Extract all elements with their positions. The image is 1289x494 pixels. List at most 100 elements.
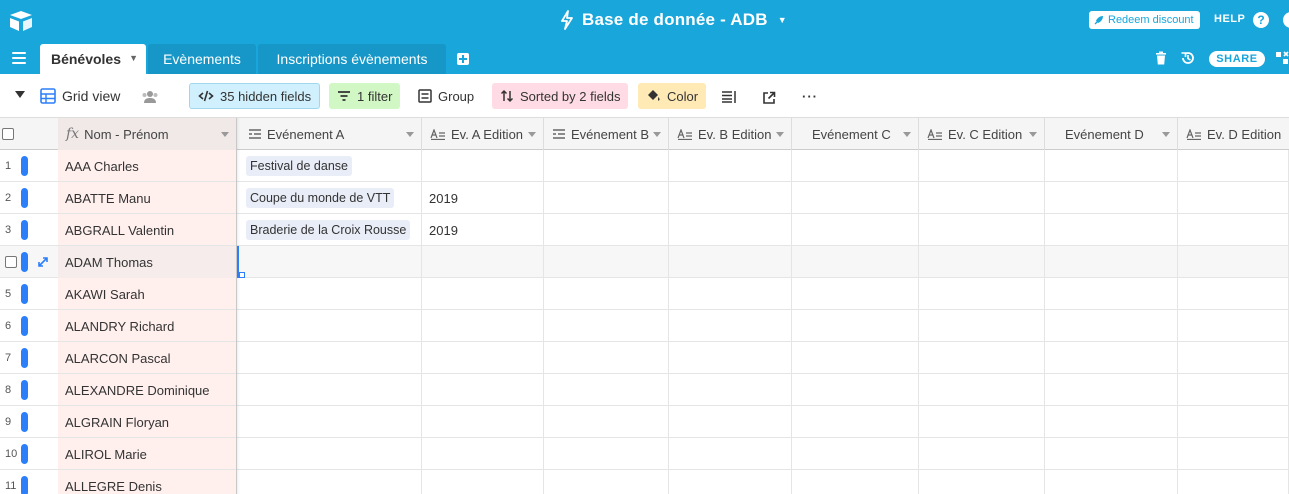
grid-cell[interactable] [544,342,669,374]
help-link[interactable]: HELP [1214,13,1245,25]
grid-cell[interactable] [919,278,1045,310]
cell-nom-prenom[interactable]: AKAWI Sarah [58,278,237,310]
cell-evenement-a[interactable] [240,278,422,310]
column-header-nom-prenom[interactable]: fx Nom - Prénom [58,118,237,150]
table-row[interactable]: 3 ABGRALL Valentin Braderie de la Croix Ro… [0,214,1289,246]
chevron-down-icon[interactable] [1029,132,1037,137]
grid-cell[interactable] [1178,150,1289,182]
cell-ev-a-edition[interactable]: 2019 [422,214,544,246]
grid-cell[interactable] [919,438,1045,470]
people-icon[interactable] [141,90,159,103]
sort-button[interactable]: Sorted by 2 fields [492,83,629,109]
grid-cell[interactable] [669,406,792,438]
grid-cell[interactable] [1178,310,1289,342]
grid-cell[interactable] [792,342,919,374]
cell-nom-prenom[interactable]: ALIROL Marie [58,438,237,470]
cell-evenement-a[interactable]: Festival de danse [240,150,422,182]
add-table-icon[interactable] [457,53,469,65]
grid-cell[interactable] [792,214,919,246]
cell-ev-a-edition[interactable] [422,438,544,470]
column-header-evenement-a[interactable]: Evénement A [240,118,422,150]
grid-cell[interactable] [544,470,669,494]
table-row[interactable]: 1 AAA Charles Festival de danse [0,150,1289,182]
grid-cell[interactable] [919,374,1045,406]
chevron-down-icon[interactable] [528,132,536,137]
cell-evenement-a[interactable] [240,310,422,342]
table-row[interactable]: 6 ALANDRY Richard [0,310,1289,342]
table-row[interactable]: 11 ALLEGRE Denis [0,470,1289,494]
grid-cell[interactable] [1178,406,1289,438]
tab-benevoles[interactable]: Bénévoles ▼ [40,44,146,74]
grid-cell[interactable] [1045,374,1178,406]
grid-cell[interactable] [669,150,792,182]
linked-record-pill[interactable]: Coupe du monde de VTT [246,188,395,208]
grid-cell[interactable] [544,278,669,310]
grid-cell[interactable] [792,374,919,406]
cell-nom-prenom[interactable]: ABATTE Manu [58,182,237,214]
grid-cell[interactable] [1045,214,1178,246]
tab-evenements[interactable]: Evènements [148,44,256,74]
column-header-evenement-b[interactable]: Evénement B [544,118,669,150]
cell-nom-prenom[interactable]: ALARCON Pascal [58,342,237,374]
grid-cell[interactable] [919,182,1045,214]
column-header-evenement-d[interactable]: Evénement D [1045,118,1178,150]
redeem-discount-button[interactable]: Redeem discount [1089,11,1200,29]
table-row[interactable]: 8 ALEXANDRE Dominique [0,374,1289,406]
grid-cell[interactable] [1178,246,1289,278]
cell-nom-prenom[interactable]: ADAM Thomas [58,246,237,278]
grid-cell[interactable] [669,246,792,278]
grid-cell[interactable] [1045,470,1178,494]
grid-cell[interactable] [1045,310,1178,342]
grid-cell[interactable] [669,374,792,406]
cell-ev-a-edition[interactable] [422,278,544,310]
column-header-ev-c-edition[interactable]: Ev. C Edition [919,118,1045,150]
expand-record-icon[interactable] [37,256,49,268]
select-all-checkbox[interactable] [2,128,14,140]
chevron-down-icon[interactable]: ▼ [129,53,138,63]
help-icon[interactable]: ? [1253,12,1269,28]
color-button[interactable]: Color [638,83,707,109]
grid-cell[interactable] [1045,342,1178,374]
grid-cell[interactable] [919,310,1045,342]
group-button[interactable]: Group [410,83,482,109]
grid-cell[interactable] [544,214,669,246]
cell-nom-prenom[interactable]: ALGRAIN Floryan [58,406,237,438]
grid-cell[interactable] [792,470,919,494]
table-row[interactable]: ADAM Thomas [0,246,1289,278]
chevron-down-icon[interactable] [776,132,784,137]
cell-evenement-a[interactable]: Braderie de la Croix Rousse [240,214,422,246]
views-sidebar-toggle-icon[interactable] [15,91,25,98]
table-row[interactable]: 2 ABATTE Manu Coupe du monde de VTT 2019 [0,182,1289,214]
grid-cell[interactable] [792,246,919,278]
cell-nom-prenom[interactable]: ALEXANDRE Dominique [58,374,237,406]
share-button[interactable]: SHARE [1209,51,1265,67]
table-row[interactable]: 9 ALGRAIN Floryan [0,406,1289,438]
grid-cell[interactable] [544,150,669,182]
linked-record-pill[interactable]: Braderie de la Croix Rousse [246,220,411,240]
tab-inscriptions-evenements[interactable]: Inscriptions évènements [258,44,446,74]
column-header-ev-a-edition[interactable]: Ev. A Edition [422,118,544,150]
more-options-button[interactable]: ··· [794,83,826,109]
grid-cell[interactable] [792,438,919,470]
cell-nom-prenom[interactable]: ABGRALL Valentin [58,214,237,246]
grid-cell[interactable] [1045,406,1178,438]
cell-evenement-a[interactable] [240,374,422,406]
cell-evenement-a[interactable] [240,438,422,470]
grid-cell[interactable] [669,278,792,310]
grid-cell[interactable] [919,246,1045,278]
chevron-down-icon[interactable] [653,132,661,137]
grid-cell[interactable] [1045,182,1178,214]
column-header-ev-b-edition[interactable]: Ev. B Edition [669,118,792,150]
cell-ev-a-edition[interactable]: 2019 [422,182,544,214]
cell-nom-prenom[interactable]: ALANDRY Richard [58,310,237,342]
cell-ev-a-edition[interactable] [422,342,544,374]
column-header-ev-d-edition[interactable]: Ev. D Edition [1178,118,1289,150]
grid-cell[interactable] [544,182,669,214]
chevron-down-icon[interactable] [1162,132,1170,137]
grid-cell[interactable] [1178,214,1289,246]
table-row[interactable]: 5 AKAWI Sarah [0,278,1289,310]
grid-cell[interactable] [669,438,792,470]
grid-cell[interactable] [1178,182,1289,214]
grid-cell[interactable] [1178,470,1289,494]
grid-cell[interactable] [792,310,919,342]
